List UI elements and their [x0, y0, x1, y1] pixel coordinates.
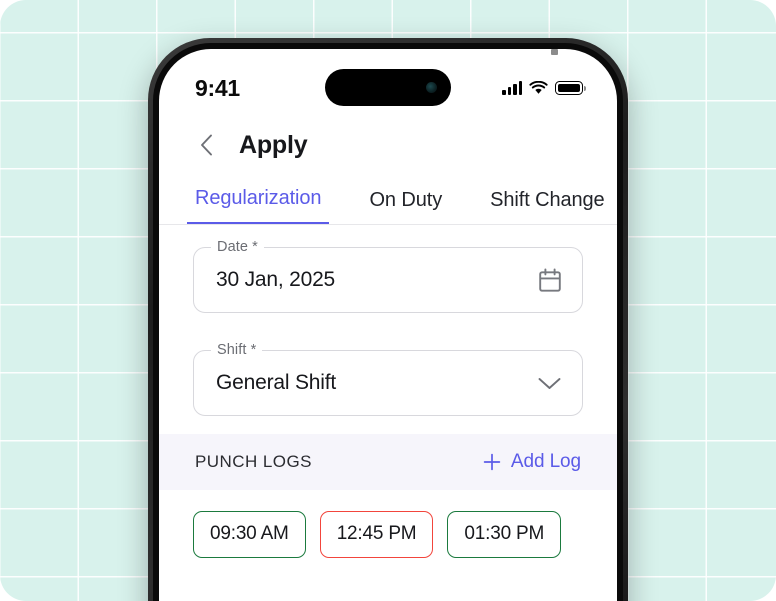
shift-required-marker: * — [250, 342, 257, 358]
date-label-text: Date — [217, 239, 249, 255]
page-canvas: 9:41 Apply Regularization On Duty Shift … — [0, 0, 776, 601]
cellular-signal-icon — [502, 81, 522, 95]
dynamic-island — [325, 69, 451, 106]
punch-log-list: 09:30 AM 12:45 PM 01:30 PM — [159, 490, 617, 558]
plus-icon — [483, 453, 501, 471]
front-camera-icon — [426, 82, 437, 93]
punch-logs-header: PUNCH LOGS Add Log — [159, 434, 617, 490]
tab-on-duty[interactable]: On Duty — [361, 189, 450, 224]
shift-field-value: General Shift — [216, 371, 336, 394]
punch-log-chip[interactable]: 09:30 AM — [193, 511, 306, 558]
tab-bar: Regularization On Duty Shift Change — [159, 173, 617, 225]
phone-screen: 9:41 Apply Regularization On Duty Shift … — [159, 49, 617, 601]
page-title: Apply — [239, 130, 308, 159]
chevron-left-icon — [200, 134, 212, 156]
punch-logs-title: PUNCH LOGS — [195, 452, 312, 471]
form-area: Date * 30 Jan, 2025 Shift * General Shif… — [159, 225, 617, 434]
calendar-icon[interactable] — [538, 267, 562, 293]
punch-log-chip[interactable]: 01:30 PM — [447, 511, 562, 558]
nav-bar: Apply — [159, 113, 617, 173]
add-log-button[interactable]: Add Log — [483, 451, 581, 473]
status-bar: 9:41 — [159, 49, 617, 113]
status-time: 9:41 — [195, 74, 240, 101]
date-required-marker: * — [252, 239, 258, 255]
tab-shift-change[interactable]: Shift Change — [482, 189, 612, 224]
phone-mockup: 9:41 Apply Regularization On Duty Shift … — [148, 38, 628, 601]
shift-field-label: Shift * — [211, 342, 263, 358]
wifi-icon — [529, 81, 548, 94]
status-icons — [502, 81, 586, 95]
battery-full-icon — [555, 81, 586, 95]
date-field[interactable]: Date * 30 Jan, 2025 — [193, 239, 583, 313]
tab-regularization[interactable]: Regularization — [187, 187, 330, 224]
date-field-value: 30 Jan, 2025 — [216, 268, 336, 291]
back-button[interactable] — [195, 131, 217, 159]
antenna-band — [551, 49, 558, 55]
punch-log-chip[interactable]: 12:45 PM — [319, 511, 434, 558]
chevron-down-icon[interactable] — [537, 376, 562, 391]
shift-field[interactable]: Shift * General Shift — [193, 342, 583, 416]
phone-bezel: 9:41 Apply Regularization On Duty Shift … — [153, 43, 623, 601]
shift-label-text: Shift — [217, 342, 247, 358]
date-field-label: Date * — [211, 239, 264, 255]
add-log-label: Add Log — [510, 451, 581, 472]
